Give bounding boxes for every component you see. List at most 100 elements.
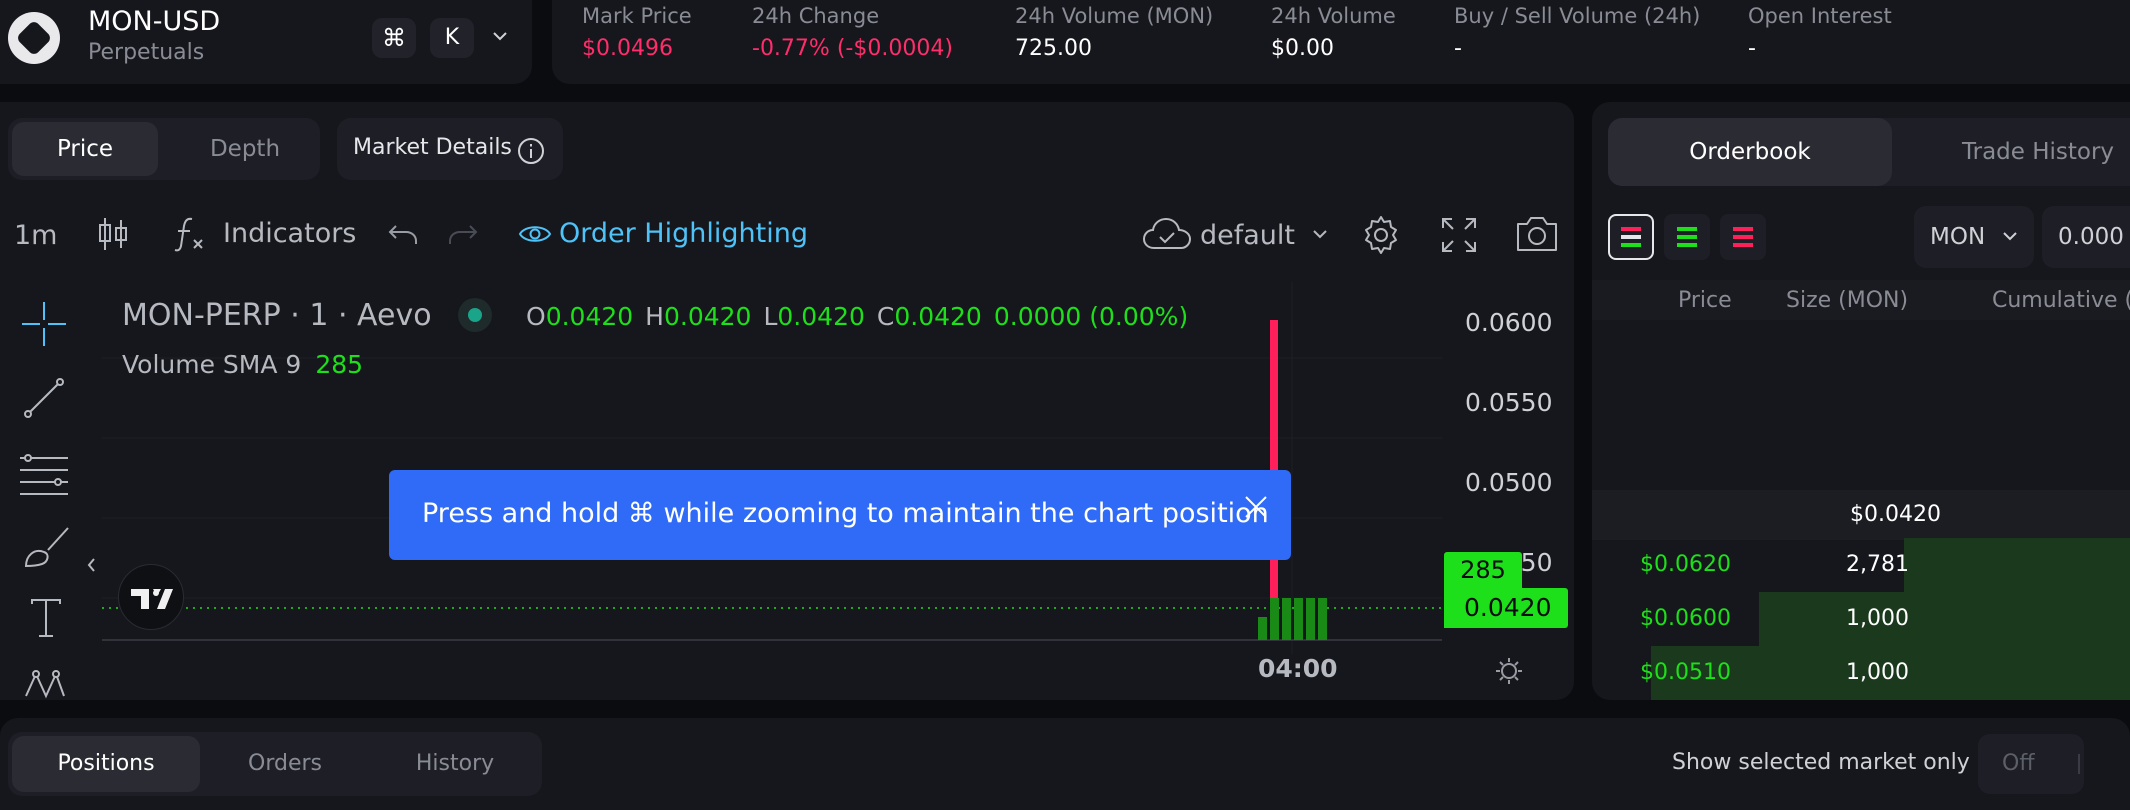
close-label: C <box>876 302 895 331</box>
layout-label: default <box>1200 220 1296 251</box>
volume-bar <box>1258 617 1267 640</box>
bid-price: $0.0620 <box>1640 552 1731 577</box>
price-chart[interactable]: 0.06000.05500.05000.0450 <box>102 282 1574 654</box>
market-selector[interactable]: MON-USD Perpetuals ⌘ K <box>0 0 532 84</box>
camera-icon[interactable] <box>1514 214 1560 254</box>
stat-24h-change: 24h Change -0.77% (-$0.0004) <box>752 4 953 61</box>
stat-label: 24h Volume <box>1271 4 1396 28</box>
k-key-button[interactable]: K <box>430 18 474 58</box>
orderbook-column-headers: Price Size (MON) Cumulative (MON) <box>1592 280 2130 320</box>
tab-orders[interactable]: Orders <box>200 736 370 792</box>
tab-price[interactable]: Price <box>12 122 158 176</box>
positions-tabs: Positions Orders History <box>8 732 542 796</box>
tab-positions[interactable]: Positions <box>12 736 200 792</box>
market-type: Perpetuals <box>88 40 205 65</box>
chevron-down-icon <box>1310 226 1330 244</box>
low-value: 0.0420 <box>777 302 865 331</box>
open-label: O <box>526 302 546 331</box>
text-tool-icon[interactable] <box>26 596 66 640</box>
bid-size: 2,781 <box>1846 552 1909 577</box>
stat-value: - <box>1748 36 1756 61</box>
size-column-header: Size (MON) <box>1786 288 1909 313</box>
volume-badge: 285 <box>1444 552 1522 588</box>
fullscreen-icon[interactable] <box>1440 216 1478 254</box>
volume-bar <box>1270 598 1279 640</box>
last-price-badge: 0.0420 <box>1444 588 1568 628</box>
stat-buy-sell-volume: Buy / Sell Volume (24h) - <box>1454 4 1700 61</box>
precision-label: 0.000 <box>2058 224 2124 250</box>
show-selected-market-label: Show selected market only <box>1672 750 1970 775</box>
bid-price: $0.0510 <box>1640 660 1731 685</box>
price-axis-label: 0.0500 <box>1465 468 1552 497</box>
positions-panel: Positions Orders History Show selected m… <box>0 718 2130 810</box>
view-both-sides-icon[interactable] <box>1608 214 1654 260</box>
sun-theme-icon[interactable] <box>1494 656 1524 686</box>
close-value: 0.0420 <box>894 302 982 331</box>
market-details-label: Market Details <box>353 135 512 160</box>
stat-24h-volume: 24h Volume $0.00 <box>1271 4 1396 61</box>
tab-orderbook[interactable]: Orderbook <box>1608 118 1892 186</box>
pattern-tool-icon[interactable] <box>22 668 68 700</box>
unit-selector[interactable]: MON <box>1914 206 2034 268</box>
trend-line-tool-icon[interactable] <box>22 376 66 420</box>
orderbook-bid-row[interactable]: $0.0600 1,000 <box>1592 592 2130 646</box>
stat-value: 725.00 <box>1015 36 1092 61</box>
tab-depth[interactable]: Depth <box>172 122 318 176</box>
stat-label: 24h Volume (MON) <box>1015 4 1214 28</box>
crosshair-tool-icon[interactable] <box>20 300 68 348</box>
view-bids-only-icon[interactable] <box>1664 214 1710 260</box>
mid-price: $0.0420 <box>1850 502 1941 527</box>
show-selected-market-toggle[interactable]: Off <box>1978 734 2084 794</box>
brush-tool-icon[interactable] <box>22 526 72 570</box>
market-stats-bar: Mark Price $0.0496 24h Change -0.77% (-$0.0… <box>552 0 2130 84</box>
view-asks-only-icon[interactable] <box>1720 214 1766 260</box>
stat-label: Mark Price <box>582 4 692 28</box>
stat-value: - <box>1454 36 1462 61</box>
redo-icon[interactable] <box>446 220 478 248</box>
precision-selector[interactable]: 0.000 <box>2042 206 2130 268</box>
tab-history[interactable]: History <box>370 736 540 792</box>
volume-sma-value: 285 <box>315 350 364 379</box>
toggle-off-label: Off <box>2002 751 2035 776</box>
undo-icon[interactable] <box>388 220 420 248</box>
volume-bar <box>1282 598 1291 640</box>
stat-24h-volume-mon: 24h Volume (MON) 725.00 <box>1015 4 1213 61</box>
gear-icon[interactable] <box>1360 214 1402 256</box>
orderbook-tabs: Orderbook Trade History <box>1608 118 2130 186</box>
chart-type-tabs: Price Depth <box>8 118 320 180</box>
orderbook-bid-row[interactable]: $0.0510 1,000 <box>1592 646 2130 700</box>
tradingview-logo-icon[interactable] <box>118 564 184 630</box>
stat-value: $0.00 <box>1271 36 1334 61</box>
market-details-button[interactable]: Market Details <box>337 118 563 180</box>
symbol-legend: MON-PERP · 1 · Aevo <box>122 298 432 333</box>
candle-type-icon[interactable] <box>96 214 130 254</box>
layout-selector[interactable]: default <box>1142 212 1332 256</box>
indicators-label: Indicators <box>223 218 357 249</box>
interval-selector[interactable]: 1m <box>14 220 57 251</box>
volume-sma-legend: Volume SMA 9 285 <box>122 350 363 379</box>
order-highlighting-label: Order Highlighting <box>559 218 808 249</box>
toggle-divider <box>2078 754 2080 774</box>
stat-value: -0.77% (-$0.0004) <box>752 36 953 61</box>
close-icon[interactable] <box>1243 494 1269 520</box>
collapse-toolbar-icon[interactable] <box>86 556 96 574</box>
price-column-header: Price <box>1678 288 1732 313</box>
change-value: 0.0000 (0.00%) <box>993 302 1189 331</box>
price-chart-svg: 0.06000.05500.05000.0450 <box>102 282 1552 654</box>
market-status-dot-icon <box>458 298 492 332</box>
fib-retracement-tool-icon[interactable] <box>18 452 70 496</box>
stat-label: 24h Change <box>752 4 880 28</box>
cloud-check-icon <box>1142 216 1192 252</box>
chevron-down-icon[interactable] <box>490 26 510 46</box>
market-symbol: MON-USD <box>88 6 221 37</box>
volume-bar <box>1294 598 1303 640</box>
bid-depth-bar <box>1759 592 2130 646</box>
tab-trade-history[interactable]: Trade History <box>1908 118 2130 186</box>
volume-bar <box>1318 598 1327 640</box>
info-icon <box>517 137 545 165</box>
orderbook-bid-row[interactable]: $0.0620 2,781 <box>1592 538 2130 592</box>
stat-label: Open Interest <box>1748 4 1892 28</box>
chart-panel: Price Depth Market Details 1m Indicators… <box>0 102 1574 700</box>
unit-label: MON <box>1930 224 1986 250</box>
command-key-button[interactable]: ⌘ <box>372 18 416 58</box>
